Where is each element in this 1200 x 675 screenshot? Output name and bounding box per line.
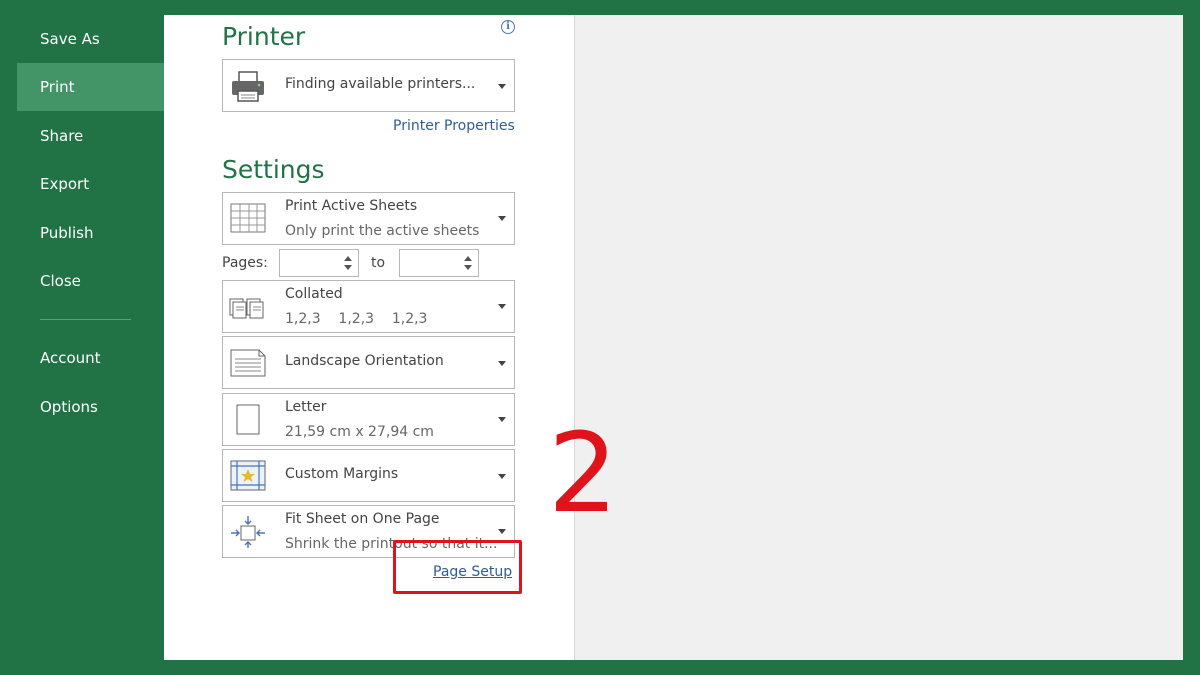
printer-icon <box>232 71 264 102</box>
print-main-area: Printer i Finding available printers... … <box>164 15 1183 660</box>
collation-label: Collated <box>285 286 343 302</box>
backstage-sidebar: Save As Print Share Export Publish Close… <box>17 15 164 660</box>
nav-publish[interactable]: Publish <box>17 209 164 257</box>
orientation-dropdown[interactable]: Landscape Orientation <box>222 336 515 389</box>
spin-down-icon[interactable] <box>344 265 352 270</box>
nav-label: Print <box>40 78 75 96</box>
pages-to-label: to <box>371 255 386 271</box>
sheet-grid-icon <box>230 203 266 233</box>
nav-account[interactable]: Account <box>17 334 164 382</box>
pages-label: Pages: <box>222 255 268 271</box>
spin-up-icon[interactable] <box>344 256 352 261</box>
print-what-description: Only print the active sheets <box>285 223 480 239</box>
nav-save-as[interactable]: Save As <box>17 15 164 63</box>
nav-export[interactable]: Export <box>17 160 164 208</box>
nav-label: Close <box>40 272 81 290</box>
info-icon[interactable]: i <box>501 20 515 34</box>
collation-description: 1,2,3 1,2,3 1,2,3 <box>285 311 428 327</box>
printer-name: Finding available printers... <box>285 76 476 92</box>
collation-dropdown[interactable]: Collated 1,2,3 1,2,3 1,2,3 <box>222 280 515 333</box>
print-what-dropdown[interactable]: Print Active Sheets Only print the activ… <box>222 192 515 245</box>
paper-size-description: 21,59 cm x 27,94 cm <box>285 424 434 440</box>
nav-divider <box>40 319 131 320</box>
chevron-down-icon <box>498 474 506 479</box>
nav-label: Options <box>40 398 98 416</box>
margins-dropdown[interactable]: Custom Margins <box>222 449 515 502</box>
chevron-down-icon <box>498 417 506 422</box>
pages-from-input[interactable] <box>282 252 338 274</box>
nav-label: Export <box>40 175 90 193</box>
nav-options[interactable]: Options <box>17 383 164 431</box>
collated-pages-icon <box>229 298 264 319</box>
pages-to-stepper[interactable] <box>399 249 479 277</box>
chevron-down-icon <box>498 529 506 534</box>
nav-share[interactable]: Share <box>17 112 164 160</box>
nav-label: Share <box>40 127 84 145</box>
paper-size-dropdown[interactable]: Letter 21,59 cm x 27,94 cm <box>222 393 515 446</box>
chevron-down-icon <box>498 361 506 366</box>
printer-properties-link[interactable]: Printer Properties <box>393 118 515 134</box>
spin-up-icon[interactable] <box>464 256 472 261</box>
pages-from-stepper[interactable] <box>279 249 359 277</box>
margins-icon <box>230 460 266 491</box>
orientation-label: Landscape Orientation <box>285 353 444 369</box>
scaling-label: Fit Sheet on One Page <box>285 511 440 527</box>
printer-dropdown[interactable]: Finding available printers... <box>222 59 515 112</box>
chevron-down-icon <box>498 304 506 309</box>
fit-to-page-icon <box>231 516 265 548</box>
nav-close[interactable]: Close <box>17 257 164 305</box>
settings-section-title: Settings <box>222 155 325 184</box>
pages-to-input[interactable] <box>402 252 458 274</box>
highlight-box <box>393 540 522 594</box>
print-what-label: Print Active Sheets <box>285 198 418 214</box>
blank-page-icon <box>236 404 260 435</box>
spin-down-icon[interactable] <box>464 265 472 270</box>
nav-label: Save As <box>40 30 100 48</box>
nav-label: Account <box>40 349 101 367</box>
nav-label: Publish <box>40 224 94 242</box>
paper-size-label: Letter <box>285 399 327 415</box>
backstage-window: Save As Print Share Export Publish Close… <box>17 15 1183 660</box>
nav-print[interactable]: Print <box>17 63 164 111</box>
margins-label: Custom Margins <box>285 466 399 482</box>
print-preview-pane <box>574 15 1183 660</box>
chevron-down-icon <box>498 216 506 221</box>
step-number-annotation: 2 <box>548 409 618 537</box>
chevron-down-icon <box>498 84 506 89</box>
printer-section-title: Printer <box>222 22 306 51</box>
landscape-page-icon <box>230 349 266 377</box>
